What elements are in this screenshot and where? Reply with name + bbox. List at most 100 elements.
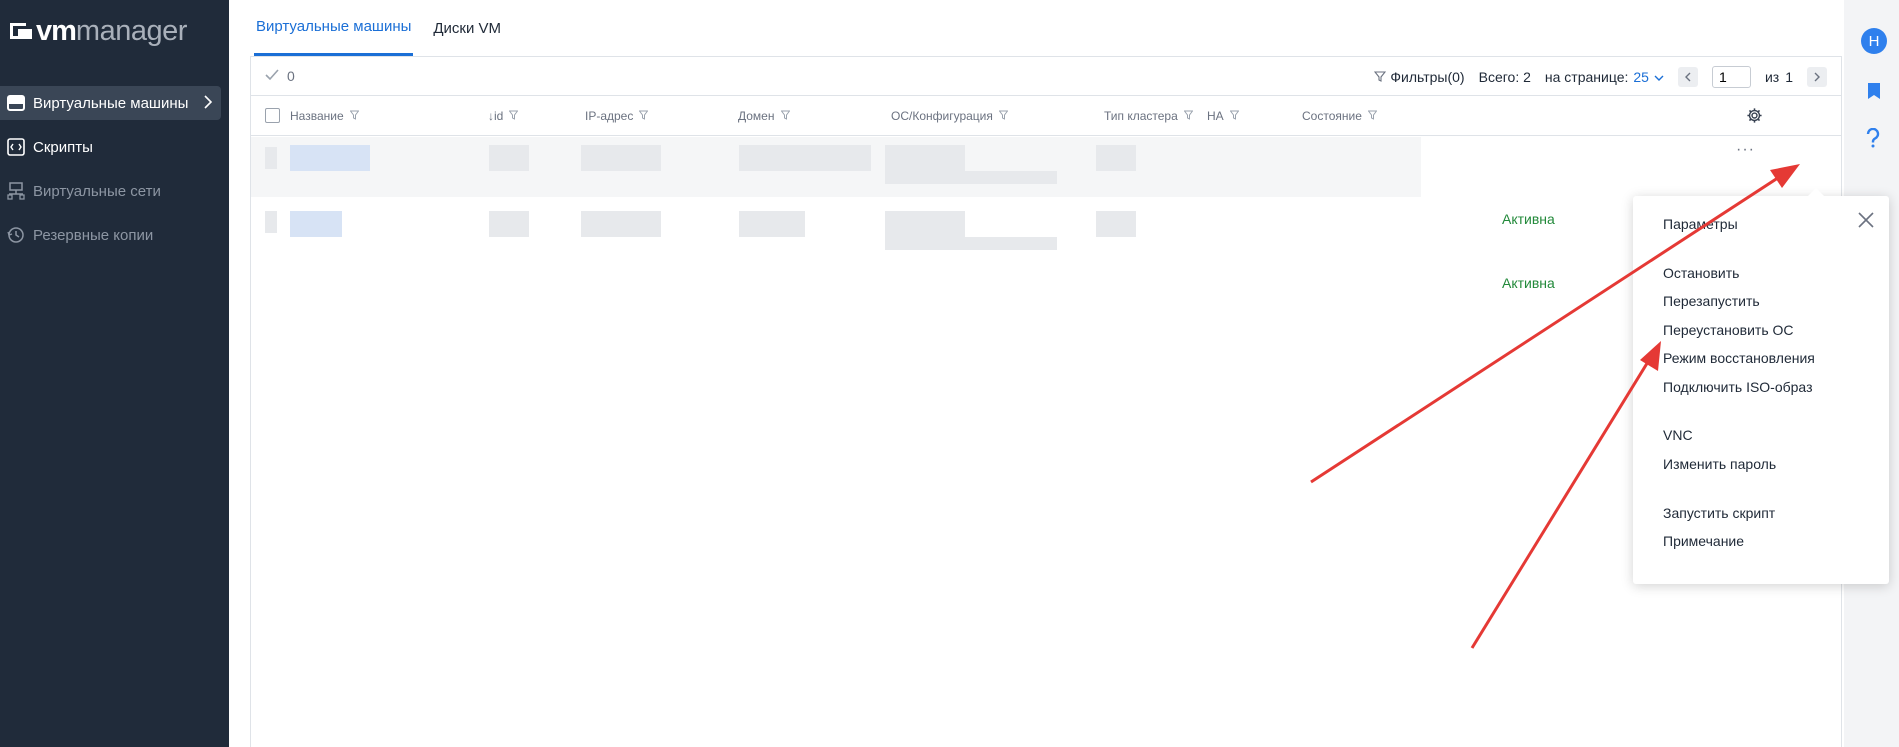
sidebar-item-label: Виртуальные сети [33,182,161,200]
column-label: ОС/Конфигурация [891,109,993,123]
filters-label: Фильтры(0) [1390,69,1465,85]
menu-item-stop[interactable]: Остановить [1663,265,1739,281]
table-row[interactable] [251,201,1421,261]
redacted-id [489,145,529,171]
menu-item-mount-iso[interactable]: Подключить ISO-образ [1663,379,1812,395]
tab-bar: Виртуальные машины Диски VM [254,0,521,56]
per-page-label: на странице: [1544,69,1629,85]
filter-icon[interactable] [1367,109,1378,123]
page-of-total: из 1 [1765,69,1793,85]
row-actions-icon[interactable]: ··· [1736,141,1755,159]
row-context-menu: Параметры Остановить Перезапустить Переу… [1633,188,1889,584]
selected-count: 0 [287,68,295,84]
redacted-os [885,145,965,171]
sidebar: vm manager Виртуальные машины Скрипты Ви… [0,0,229,747]
logo-mark-icon [10,23,32,39]
prev-page-button[interactable] [1677,67,1698,87]
selection-counter: 0 [265,68,295,84]
tab-virtual-machines[interactable]: Виртуальные машины [254,0,414,56]
filter-icon[interactable] [349,109,360,123]
column-header-id[interactable]: ↓id [488,109,519,123]
per-page-value: 25 [1633,69,1649,85]
sidebar-item-label: Скрипты [33,138,93,156]
redacted-name [290,145,370,171]
of-label: из [1764,69,1780,85]
redacted-domain [739,145,871,171]
page-number-input[interactable] [1711,66,1751,88]
sidebar-item-backups[interactable]: Резервные копии [0,218,221,252]
redacted-name [290,211,342,237]
per-page-selector[interactable]: на странице: 25 [1545,69,1664,85]
menu-item-run-script[interactable]: Запустить скрипт [1663,505,1775,521]
column-label: Название [290,109,344,123]
redacted-cluster [1096,211,1136,237]
app-logo[interactable]: vm manager [10,14,187,48]
column-label: ↓id [488,109,504,123]
filter-icon[interactable] [508,109,519,123]
filter-icon[interactable] [780,109,790,123]
column-header-ha[interactable]: HA [1207,109,1240,123]
redacted-id [489,211,529,237]
avatar[interactable]: Н [1861,28,1887,54]
check-icon [265,68,279,84]
logo-text-manager: manager [75,14,187,47]
main-content: Виртуальные машины Диски VM 0 Фильтры(0)… [229,0,1844,747]
checkbox [265,108,280,123]
redacted-ip [581,145,661,171]
sidebar-item-label: Виртуальные машины [33,94,189,112]
status-badge: Активна [1502,275,1555,291]
menu-item-note[interactable]: Примечание [1663,533,1744,549]
filter-icon[interactable] [1183,109,1194,123]
help-icon[interactable] [1866,127,1880,153]
total-pages: 1 [1785,69,1793,85]
filter-icon[interactable] [638,109,649,123]
column-header-domain[interactable]: Домен [738,109,790,123]
redacted-os [885,211,965,237]
column-header-cluster-type[interactable]: Тип кластера [1104,109,1194,123]
bookmark-icon[interactable] [1866,82,1882,105]
menu-item-restart[interactable]: Перезапустить [1663,293,1760,309]
column-label: HA [1207,109,1224,123]
close-icon[interactable] [1857,211,1875,229]
chevron-down-icon [1654,69,1664,85]
select-all-checkbox[interactable] [265,108,280,123]
redacted-config [885,237,1057,250]
menu-item-reinstall-os[interactable]: Переустановить ОС [1663,322,1794,338]
sidebar-item-label: Резервные копии [33,226,154,244]
sidebar-item-scripts[interactable]: Скрипты [0,130,221,164]
menu-item-parameters[interactable]: Параметры [1663,216,1738,232]
total-count: Всего: 2 [1478,69,1531,85]
column-label: Состояние [1302,109,1362,123]
chevron-right-icon [203,95,213,113]
tab-vm-disks[interactable]: Диски VM [431,0,503,56]
gear-icon[interactable] [1746,107,1763,124]
next-page-button[interactable] [1807,67,1827,87]
filters-button[interactable]: Фильтры(0) [1374,69,1465,85]
filter-icon[interactable] [998,109,1009,123]
redacted-checkbox [265,211,277,233]
menu-item-vnc[interactable]: VNC [1663,427,1693,443]
redacted-ip [581,211,661,237]
filter-icon [1374,69,1387,85]
sidebar-item-virtual-networks[interactable]: Виртуальные сети [0,174,221,208]
redacted-cluster [1096,145,1136,171]
redacted-config [885,171,1057,184]
redacted-checkbox [265,147,277,169]
script-icon [5,137,27,157]
column-header-os[interactable]: ОС/Конфигурация [891,109,1009,123]
column-header-status[interactable]: Состояние [1302,109,1378,123]
table-row[interactable] [251,137,1421,197]
filter-icon[interactable] [1229,109,1240,123]
server-icon [5,93,27,113]
column-header-name[interactable]: Название [290,109,360,123]
menu-item-change-password[interactable]: Изменить пароль [1663,456,1776,472]
table-header: Название ↓id IP-адрес Домен ОС/Конфигура… [251,96,1841,136]
pagination-controls: Фильтры(0) Всего: 2 на странице: 25 из 1 [1374,66,1827,88]
network-icon [5,181,27,201]
column-label: Тип кластера [1104,109,1178,123]
menu-item-recovery-mode[interactable]: Режим восстановления [1663,350,1815,366]
column-header-ip[interactable]: IP-адрес [585,109,649,123]
column-label: IP-адрес [585,109,634,123]
sidebar-item-virtual-machines[interactable]: Виртуальные машины [0,86,221,120]
table-toolbar: 0 Фильтры(0) Всего: 2 на странице: 25 1 … [251,57,1841,96]
